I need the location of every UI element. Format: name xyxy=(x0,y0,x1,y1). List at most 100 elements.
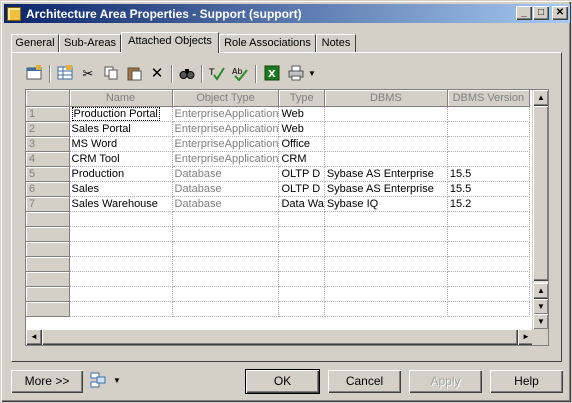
row-number[interactable] xyxy=(26,241,70,257)
cell-version[interactable] xyxy=(447,121,530,137)
cell-dbms[interactable] xyxy=(324,106,448,122)
minimize-icon[interactable]: _ xyxy=(516,6,532,20)
cell-type[interactable] xyxy=(278,226,325,242)
column-header-object-type[interactable]: Object Type xyxy=(172,90,280,107)
cell-version[interactable] xyxy=(447,151,530,167)
row-header-corner[interactable] xyxy=(26,90,70,107)
add-objects-icon[interactable] xyxy=(56,65,74,83)
cell-name[interactable] xyxy=(69,286,173,302)
cut-icon[interactable]: ✂ xyxy=(79,65,97,83)
cell-object-type[interactable]: Database xyxy=(172,181,280,197)
row-number[interactable]: 7 xyxy=(26,196,70,212)
cell-version[interactable] xyxy=(447,211,530,227)
apply-button[interactable]: Apply xyxy=(409,370,482,393)
cell-version[interactable]: 15.5 xyxy=(447,166,530,182)
cell-version[interactable]: 15.2 xyxy=(447,196,530,212)
delete-icon[interactable]: ✕ xyxy=(148,65,166,83)
customize-columns-icon[interactable]: Ab xyxy=(231,65,249,83)
copy-icon[interactable] xyxy=(102,65,120,83)
horizontal-scrollbar[interactable]: ◄ ► xyxy=(26,329,534,345)
row-number[interactable]: 4 xyxy=(26,151,70,167)
cell-type[interactable] xyxy=(278,256,325,272)
cell-version[interactable] xyxy=(447,136,530,152)
tab-general[interactable]: General xyxy=(11,34,59,52)
column-header-dbms-version[interactable]: DBMS Version xyxy=(447,90,530,107)
row-number[interactable]: 2 xyxy=(26,121,70,137)
cell-type[interactable]: Office xyxy=(278,136,325,152)
cell-name[interactable] xyxy=(69,271,173,287)
print-icon[interactable] xyxy=(287,65,305,83)
table-row[interactable] xyxy=(26,241,530,257)
cell-dbms[interactable] xyxy=(324,286,448,302)
cell-type[interactable]: OLTP D xyxy=(278,181,325,197)
vertical-scroll-thumb[interactable] xyxy=(533,106,548,281)
tab-attached-objects[interactable]: Attached Objects xyxy=(121,32,219,53)
row-number[interactable] xyxy=(26,286,70,302)
cell-dbms[interactable] xyxy=(324,301,448,317)
dropdown-arrow-icon[interactable]: ▼ xyxy=(307,65,317,83)
scroll-down-small-icon[interactable]: ▼ xyxy=(533,299,548,315)
cell-version[interactable] xyxy=(447,106,530,122)
cell-dbms[interactable] xyxy=(324,241,448,257)
row-number[interactable] xyxy=(26,301,70,317)
table-row[interactable] xyxy=(26,301,530,317)
cell-name[interactable] xyxy=(69,301,173,317)
cell-dbms[interactable] xyxy=(324,271,448,287)
column-header-dbms[interactable]: DBMS xyxy=(324,90,448,107)
find-icon[interactable] xyxy=(178,65,196,83)
scroll-down-icon[interactable]: ▼ xyxy=(533,314,548,330)
cell-dbms[interactable]: Sybase AS Enterprise xyxy=(324,166,448,182)
cell-object-type[interactable] xyxy=(172,256,280,272)
cell-name[interactable]: Sales xyxy=(69,181,173,197)
cell-type[interactable] xyxy=(278,271,325,287)
scroll-up-icon[interactable]: ▲ xyxy=(533,90,548,106)
tab-notes[interactable]: Notes xyxy=(316,34,356,52)
table-row[interactable]: 7 Sales Warehouse Database Data Wa Sybase IQ… xyxy=(26,196,530,212)
tab-role-associations[interactable]: Role Associations xyxy=(219,34,316,52)
row-number[interactable] xyxy=(26,211,70,227)
cell-object-type[interactable]: EnterpriseApplication xyxy=(172,136,280,152)
cell-type[interactable] xyxy=(278,211,325,227)
table-row[interactable]: 5 Production Database OLTP D Sybase AS Enter… xyxy=(26,166,530,182)
cell-object-type[interactable]: EnterpriseApplication xyxy=(172,121,280,137)
cell-dbms[interactable]: Sybase AS Enterprise xyxy=(324,181,448,197)
cell-object-type[interactable]: EnterpriseApplication xyxy=(172,151,280,167)
cell-type[interactable]: CRM xyxy=(278,151,325,167)
cell-object-type[interactable] xyxy=(172,271,280,287)
cell-dbms[interactable] xyxy=(324,256,448,272)
row-number[interactable]: 3 xyxy=(26,136,70,152)
cell-name[interactable]: Sales Portal xyxy=(69,121,173,137)
scroll-left-icon[interactable]: ◄ xyxy=(26,329,42,345)
cancel-button[interactable]: Cancel xyxy=(328,370,401,393)
cell-version[interactable] xyxy=(447,241,530,257)
tab-sub-areas[interactable]: Sub-Areas xyxy=(59,34,121,52)
ok-button[interactable]: OK xyxy=(245,369,320,394)
cell-version[interactable] xyxy=(447,271,530,287)
cell-object-type[interactable] xyxy=(172,241,280,257)
row-number[interactable] xyxy=(26,271,70,287)
cell-object-type[interactable] xyxy=(172,211,280,227)
horizontal-scroll-thumb[interactable] xyxy=(42,329,518,345)
cell-object-type[interactable]: Database xyxy=(172,166,280,182)
table-row[interactable] xyxy=(26,226,530,242)
row-number[interactable]: 1 xyxy=(26,106,70,122)
maximize-icon[interactable]: □ xyxy=(533,6,549,20)
properties-icon[interactable] xyxy=(25,65,43,83)
cell-name[interactable]: Production xyxy=(69,166,173,182)
column-header-name[interactable]: Name xyxy=(69,90,173,107)
cell-object-type[interactable]: Database xyxy=(172,196,280,212)
row-number[interactable]: 5 xyxy=(26,166,70,182)
paste-icon[interactable] xyxy=(125,65,143,83)
model-objects-icon[interactable] xyxy=(89,372,107,390)
filter-icon[interactable]: T xyxy=(208,65,226,83)
cell-version[interactable] xyxy=(447,256,530,272)
table-row[interactable]: 3 MS Word EnterpriseApplication Office xyxy=(26,136,530,152)
scroll-up-small-icon[interactable]: ▲ xyxy=(533,283,548,299)
cell-object-type[interactable] xyxy=(172,226,280,242)
cell-version[interactable]: 15.5 xyxy=(447,181,530,197)
table-row[interactable]: 4 CRM Tool EnterpriseApplication CRM xyxy=(26,151,530,167)
cell-name[interactable] xyxy=(69,256,173,272)
cell-name[interactable] xyxy=(69,226,173,242)
excel-export-icon[interactable]: X xyxy=(263,65,281,83)
cell-dbms[interactable] xyxy=(324,226,448,242)
